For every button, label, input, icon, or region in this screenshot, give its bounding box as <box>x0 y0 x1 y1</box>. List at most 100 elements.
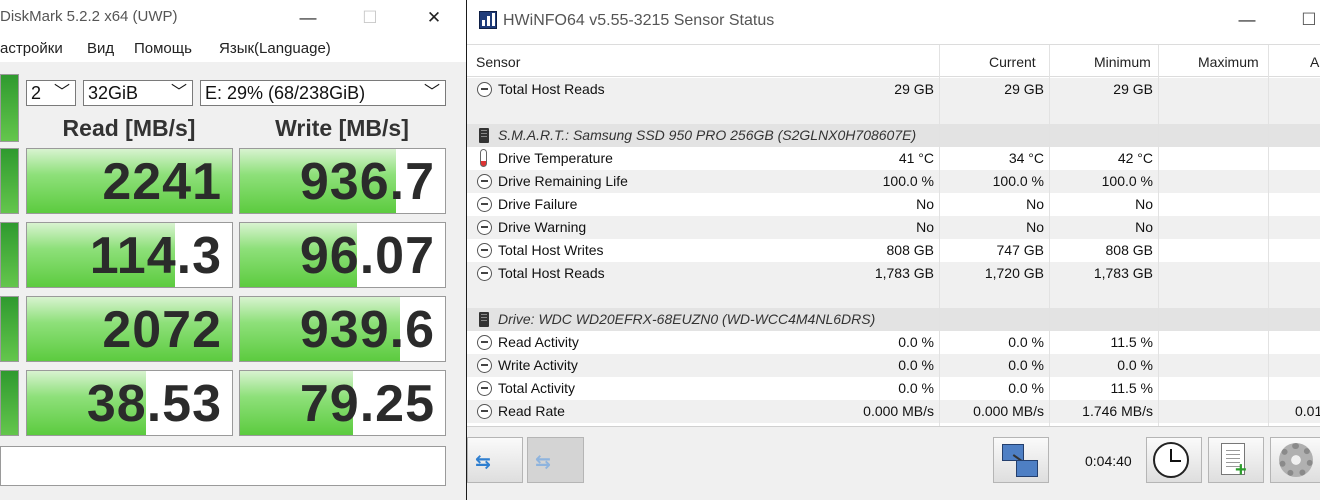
minimum-value: 100.0 % <box>992 173 1044 189</box>
test-button-4[interactable] <box>0 370 19 436</box>
minimum-value: 29 GB <box>1004 81 1044 97</box>
sensor-name: Read Activity <box>498 334 579 350</box>
current-value: 41 °C <box>898 150 934 166</box>
sensor-row[interactable]: Read Activity 0.0 % 0.0 % 11.5 % <box>467 331 1320 354</box>
chevron-down-icon: ﹀ <box>170 84 187 101</box>
sensor-row[interactable]: Total Host Reads 29 GB 29 GB 29 GB <box>467 78 1320 101</box>
minimum-value: 0.0 % <box>1008 357 1044 373</box>
sensor-name: Total Activity <box>498 380 576 396</box>
network-button[interactable] <box>993 437 1049 483</box>
write-value: 939.6 <box>299 301 435 359</box>
nav-right-button[interactable]: ⇆ <box>527 437 584 483</box>
sensor-name: Drive Temperature <box>498 150 613 166</box>
current-value: 0.0 % <box>898 380 934 396</box>
write-value: 936.7 <box>299 153 435 211</box>
reset-timer-button[interactable] <box>1146 437 1202 483</box>
sensor-name: Total Host Reads <box>498 81 605 97</box>
sensor-row[interactable]: Drive Remaining Life 100.0 % 100.0 % 100.0 … <box>467 170 1320 193</box>
all-test-button[interactable] <box>0 74 19 142</box>
current-value: 1,783 GB <box>874 265 934 281</box>
close-button[interactable]: ✕ <box>414 4 454 32</box>
hwinfo-toolbar: ⇆ ⇆ 0:04:40 + <box>467 426 1320 500</box>
current-value: 100.0 % <box>882 173 934 189</box>
sensor-row[interactable]: Drive Warning No No No <box>467 216 1320 239</box>
column-maximum[interactable]: Maximum <box>1198 54 1259 70</box>
sensor-row[interactable]: Total Host Writes 808 GB 747 GB 808 GB <box>467 239 1320 262</box>
sensor-group-row[interactable]: Drive: WDC WD20EFRX-68EUZN0 (WD-WCC4M4NL… <box>467 308 1320 331</box>
test-count-value: 2 <box>31 83 42 103</box>
test-size-value: 32GiB <box>88 83 139 103</box>
menu-help[interactable]: Помощь <box>134 40 192 57</box>
minimum-value: 1,720 GB <box>984 265 1044 281</box>
maximum-value: No <box>1135 219 1153 235</box>
average-value: 0.01 <box>1295 403 1320 419</box>
read-header: Read [MB/s] <box>62 115 196 141</box>
column-divider <box>1268 45 1269 426</box>
settings-button[interactable] <box>1270 437 1320 483</box>
test-size-select[interactable]: 32GiB ﹀ <box>83 80 193 106</box>
menu-view[interactable]: Вид <box>87 40 114 57</box>
maximize-button[interactable]: ☐ <box>350 4 390 32</box>
maximize-button[interactable]: ☐ <box>1289 6 1320 34</box>
drive-select[interactable]: E: 29% (68/238GiB) ﹀ <box>200 80 446 106</box>
minimum-value: 0.0 % <box>1008 334 1044 350</box>
read-value: 38.53 <box>86 375 222 433</box>
thermometer-icon <box>480 149 487 167</box>
test-button-1[interactable] <box>0 148 19 214</box>
minimum-value: 0.0 % <box>1008 380 1044 396</box>
read-value: 2241 <box>102 153 222 211</box>
read-result-4k-q32: 114.3 <box>26 222 233 288</box>
maximum-value: 100.0 % <box>1101 173 1153 189</box>
write-result-seq: 939.6 <box>239 296 446 362</box>
sensor-row[interactable]: Write Activity 0.0 % 0.0 % 0.0 % <box>467 354 1320 377</box>
test-count-select[interactable]: 2 ﹀ <box>26 80 76 106</box>
sensor-row[interactable]: Read Rate 0.000 MB/s 0.000 MB/s 1.746 MB/s 0… <box>467 400 1320 423</box>
maximum-value: 29 GB <box>1113 81 1153 97</box>
minus-circle-icon <box>477 266 492 281</box>
comment-field[interactable] <box>0 446 446 486</box>
menu-language[interactable]: Язык(Language) <box>219 40 331 57</box>
sensor-name: Drive Warning <box>498 219 587 235</box>
sensor-row[interactable]: Total Host Reads 1,783 GB 1,720 GB 1,783 GB <box>467 262 1320 285</box>
write-value: 79.25 <box>299 375 435 433</box>
current-value: 29 GB <box>894 81 934 97</box>
cdm-title-bar[interactable]: DiskMark 5.2.2 x64 (UWP) — ☐ ✕ <box>0 0 466 36</box>
test-button-3[interactable] <box>0 296 19 362</box>
current-value: No <box>916 196 934 212</box>
nav-left-button[interactable]: ⇆ <box>467 437 523 483</box>
hwinfo-window: HWiNFO64 v5.55-3215 Sensor Status — ☐ Se… <box>467 0 1320 500</box>
menu-settings[interactable]: астройки <box>0 40 63 57</box>
drive-value: E: 29% (68/238GiB) <box>205 83 366 103</box>
test-button-2[interactable] <box>0 222 19 288</box>
sensor-name: Drive Failure <box>498 196 578 212</box>
drive-icon <box>479 128 489 143</box>
minimize-button[interactable]: — <box>1227 6 1267 34</box>
minimum-value: 747 GB <box>996 242 1044 258</box>
sensor-name: Total Host Writes <box>498 242 604 258</box>
group-label: S.M.A.R.T.: Samsung SSD 950 PRO 256GB (S… <box>498 127 917 143</box>
column-sensor[interactable]: Sensor <box>476 54 520 70</box>
column-average[interactable]: A <box>1310 54 1319 70</box>
hwinfo-logo-icon <box>479 11 497 29</box>
maximum-value: 11.5 % <box>1110 380 1153 396</box>
group-label: Drive: WDC WD20EFRX-68EUZN0 (WD-WCC4M4NL… <box>498 311 876 327</box>
minimize-button[interactable]: — <box>288 4 328 32</box>
hwinfo-title-bar[interactable]: HWiNFO64 v5.55-3215 Sensor Status — ☐ <box>467 0 1320 42</box>
separator-row <box>467 285 1320 308</box>
column-divider <box>939 45 940 426</box>
separator-row <box>467 101 1320 124</box>
sensor-row[interactable]: Total Activity 0.0 % 0.0 % 11.5 % <box>467 377 1320 400</box>
cdm-window-title: DiskMark 5.2.2 x64 (UWP) <box>0 8 178 25</box>
read-value: 114.3 <box>89 227 222 285</box>
sensor-group-row[interactable]: S.M.A.R.T.: Samsung SSD 950 PRO 256GB (S… <box>467 124 1320 147</box>
logging-button[interactable]: + <box>1208 437 1264 483</box>
maximum-value: 808 GB <box>1105 242 1153 258</box>
column-current[interactable]: Current <box>989 54 1036 70</box>
write-result-4k-q32: 96.07 <box>239 222 446 288</box>
minus-circle-icon <box>477 220 492 235</box>
sensor-row[interactable]: Drive Failure No No No <box>467 193 1320 216</box>
column-minimum[interactable]: Minimum <box>1094 54 1151 70</box>
arrows-icon: ⇆ <box>475 452 491 473</box>
elapsed-timer: 0:04:40 <box>1085 453 1132 469</box>
sensor-row[interactable]: Drive Temperature 41 °C 34 °C 42 °C <box>467 147 1320 170</box>
